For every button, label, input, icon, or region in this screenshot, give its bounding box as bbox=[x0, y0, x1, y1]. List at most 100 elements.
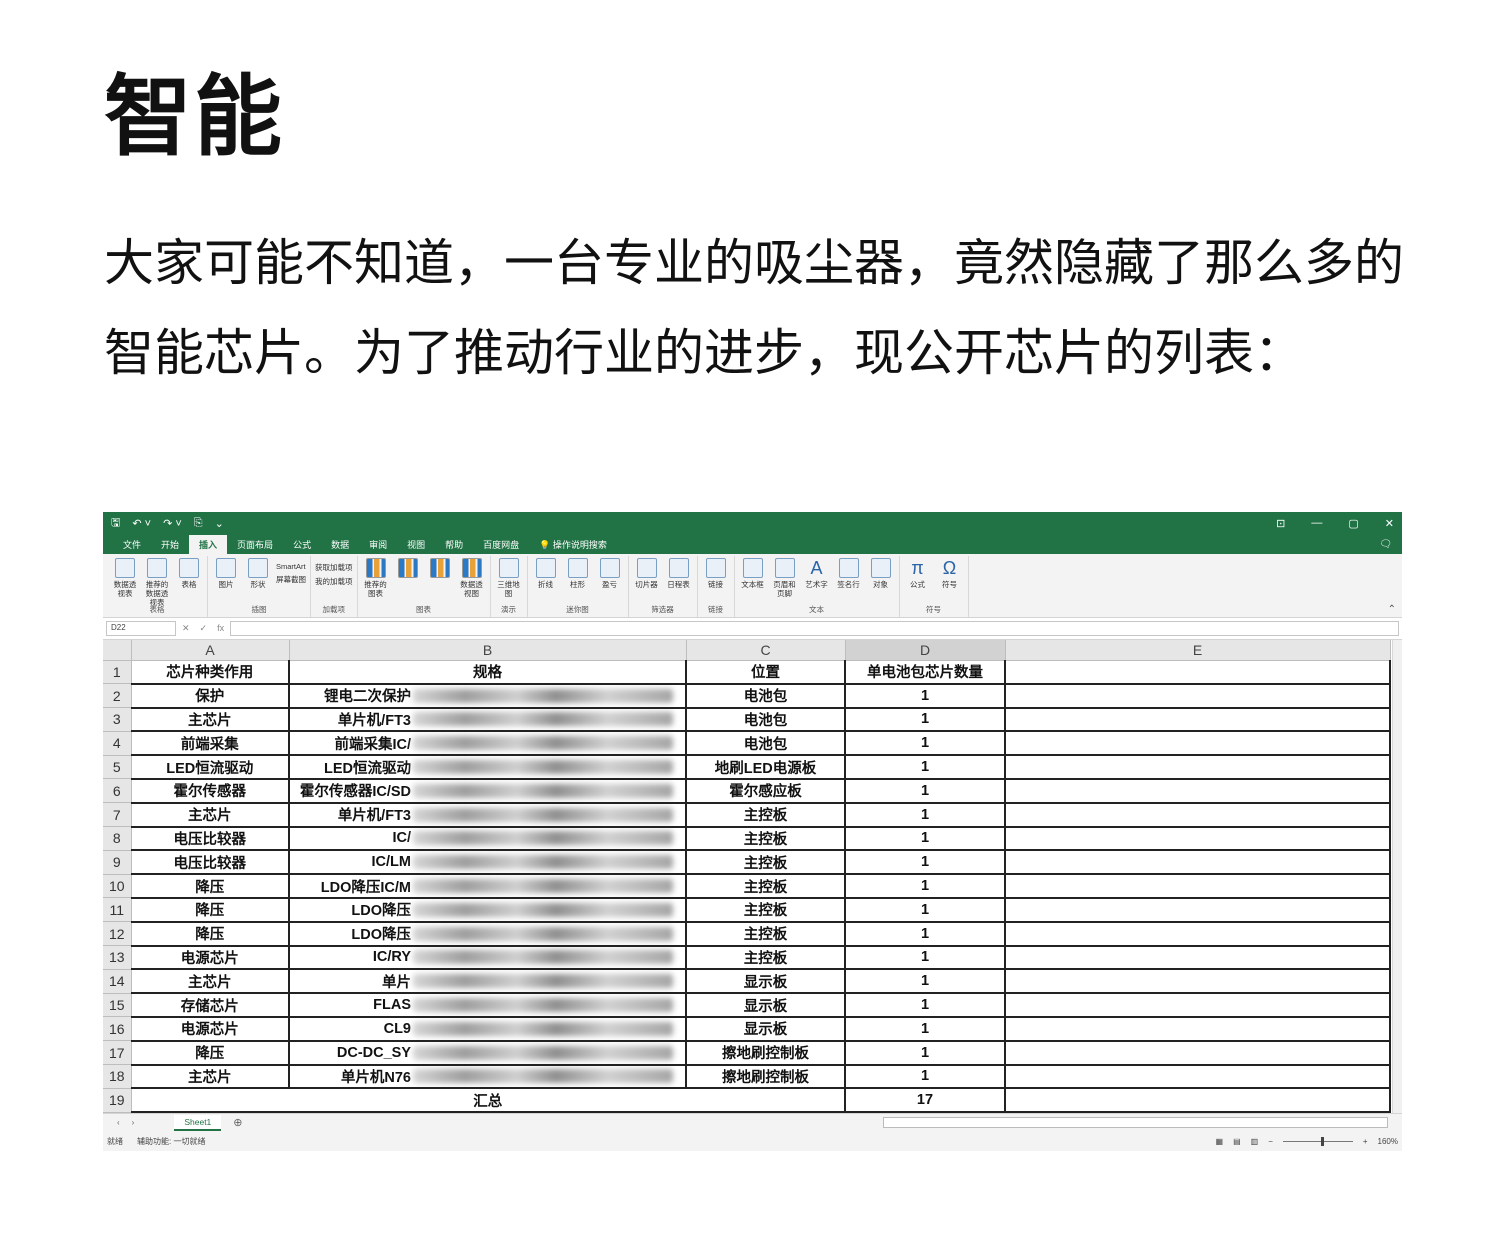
empty-cell[interactable] bbox=[1005, 1040, 1391, 1066]
column-header-e[interactable]: E bbox=[1005, 640, 1391, 661]
cell-location[interactable]: 擦地刷控制板 bbox=[686, 1064, 846, 1090]
horizontal-scrollbar[interactable] bbox=[883, 1117, 1388, 1128]
row-header[interactable]: 1 bbox=[103, 660, 132, 685]
textbox-button[interactable]: 文本框 bbox=[739, 558, 767, 589]
cell-count[interactable]: 1 bbox=[845, 874, 1006, 899]
cell-type[interactable]: 降压 bbox=[131, 897, 290, 923]
object-button[interactable]: 对象 bbox=[867, 558, 895, 589]
my-addins-button[interactable]: 我的加载项 bbox=[315, 576, 353, 587]
tab-help[interactable]: 帮助 bbox=[435, 535, 473, 554]
smartart-button[interactable]: SmartArt bbox=[276, 562, 306, 571]
cell-type[interactable]: 主芯片 bbox=[131, 802, 290, 828]
cell-type[interactable]: 电压比较器 bbox=[131, 826, 290, 852]
formula-input[interactable] bbox=[230, 621, 1399, 636]
row-header[interactable]: 13 bbox=[103, 945, 132, 970]
zoom-in-icon[interactable]: + bbox=[1363, 1137, 1368, 1146]
tab-page-layout[interactable]: 页面布局 bbox=[227, 535, 283, 554]
row-header[interactable]: 16 bbox=[103, 1016, 132, 1042]
empty-cell[interactable] bbox=[1005, 707, 1391, 733]
cell-location[interactable]: 主控板 bbox=[686, 921, 846, 947]
empty-cell[interactable] bbox=[1005, 660, 1391, 685]
row-header[interactable]: 11 bbox=[103, 897, 132, 923]
cell-spec[interactable]: 单片机/FT3 bbox=[289, 802, 687, 828]
normal-view-icon[interactable]: ▦ bbox=[1216, 1137, 1224, 1146]
pictures-button[interactable]: 图片 bbox=[212, 558, 240, 589]
cell-type[interactable]: 降压 bbox=[131, 874, 290, 899]
cell-type[interactable]: 主芯片 bbox=[131, 707, 290, 733]
cell-location[interactable]: 擦地刷控制板 bbox=[686, 1040, 846, 1066]
column-header-a[interactable]: A bbox=[131, 640, 290, 661]
cell-spec[interactable]: 锂电二次保护 bbox=[289, 683, 687, 709]
cell-type[interactable]: 主芯片 bbox=[131, 1064, 290, 1090]
cell-count[interactable]: 1 bbox=[845, 850, 1006, 876]
row-header[interactable]: 12 bbox=[103, 921, 132, 947]
minimize-icon[interactable]: — bbox=[1311, 517, 1322, 530]
cell-type[interactable]: 霍尔传感器 bbox=[131, 778, 290, 804]
row-header[interactable]: 19 bbox=[103, 1088, 132, 1113]
timeline-button[interactable]: 日程表 bbox=[665, 558, 693, 589]
save-icon[interactable]: 🖫 bbox=[111, 514, 120, 533]
row-header[interactable]: 8 bbox=[103, 826, 132, 851]
empty-cell[interactable] bbox=[1005, 945, 1391, 971]
tell-me-search[interactable]: 💡 操作说明搜索 bbox=[539, 538, 607, 551]
cell-location[interactable]: 电池包 bbox=[686, 683, 846, 709]
pivot-table-button[interactable]: 数据透视表 bbox=[111, 558, 139, 598]
column-header-d[interactable]: D bbox=[845, 640, 1006, 661]
cell-type[interactable]: 降压 bbox=[131, 921, 290, 947]
cell-spec[interactable]: CL9 bbox=[289, 1016, 687, 1042]
tab-data[interactable]: 数据 bbox=[321, 535, 359, 554]
row-header[interactable]: 6 bbox=[103, 778, 132, 804]
empty-cell[interactable] bbox=[1005, 755, 1391, 780]
cell-spec[interactable]: LDO降压 bbox=[289, 897, 687, 923]
cell-count[interactable]: 1 bbox=[845, 1064, 1006, 1090]
empty-cell[interactable] bbox=[1005, 778, 1391, 804]
tab-baidu-netdisk[interactable]: 百度网盘 bbox=[473, 535, 529, 554]
link-button[interactable]: 链接 bbox=[702, 558, 730, 589]
pivot-chart-button[interactable]: 数据透视图 bbox=[458, 558, 486, 598]
cell-location[interactable]: 主控板 bbox=[686, 897, 846, 923]
cell-count[interactable]: 1 bbox=[845, 993, 1006, 1018]
cell-spec[interactable]: IC/RY bbox=[289, 945, 687, 971]
cell-count[interactable]: 1 bbox=[845, 945, 1006, 971]
cell-type[interactable]: 保护 bbox=[131, 683, 290, 709]
row-header[interactable]: 10 bbox=[103, 874, 132, 899]
empty-cell[interactable] bbox=[1005, 921, 1391, 947]
cell-spec[interactable]: 前端采集IC/ bbox=[289, 731, 687, 757]
zoom-level[interactable]: 160% bbox=[1378, 1137, 1398, 1146]
tab-home[interactable]: 开始 bbox=[151, 535, 189, 554]
sheet-nav-prev-icon[interactable]: ‹ bbox=[117, 1118, 120, 1127]
slicer-button[interactable]: 切片器 bbox=[633, 558, 661, 589]
page-break-view-icon[interactable]: ▥ bbox=[1251, 1137, 1259, 1146]
cell-spec[interactable]: 单片机/FT3 bbox=[289, 707, 687, 733]
row-header[interactable]: 4 bbox=[103, 731, 132, 756]
row-header[interactable]: 5 bbox=[103, 755, 132, 780]
sparkline-line-button[interactable]: 折线 bbox=[532, 558, 560, 589]
cell-count[interactable]: 1 bbox=[845, 802, 1006, 828]
empty-cell[interactable] bbox=[1005, 1088, 1391, 1113]
row-header[interactable]: 15 bbox=[103, 993, 132, 1018]
page-layout-view-icon[interactable]: ▤ bbox=[1233, 1137, 1241, 1146]
header-cell-location[interactable]: 位置 bbox=[686, 660, 846, 685]
enter-icon[interactable]: ✓ bbox=[200, 623, 208, 634]
cell-location[interactable]: 主控板 bbox=[686, 802, 846, 828]
cell-spec[interactable]: LED恒流驱动 bbox=[289, 755, 687, 780]
column-header-b[interactable]: B bbox=[289, 640, 687, 661]
cell-type[interactable]: 存储芯片 bbox=[131, 993, 290, 1018]
row-header[interactable]: 17 bbox=[103, 1040, 132, 1066]
column-header-c[interactable]: C bbox=[686, 640, 846, 661]
empty-cell[interactable] bbox=[1005, 1016, 1391, 1042]
comments-icon[interactable]: 🗨 bbox=[1379, 539, 1392, 550]
sparkline-column-button[interactable]: 柱形 bbox=[564, 558, 592, 589]
line-chart-button[interactable] bbox=[426, 558, 454, 580]
column-chart-button[interactable] bbox=[394, 558, 422, 580]
cell-location[interactable]: 地刷LED电源板 bbox=[686, 755, 846, 780]
cell-count[interactable]: 1 bbox=[845, 683, 1006, 709]
header-cell-type[interactable]: 芯片种类作用 bbox=[131, 660, 290, 685]
cell-type[interactable]: 电压比较器 bbox=[131, 850, 290, 876]
equation-button[interactable]: π 公式 bbox=[904, 558, 932, 589]
tab-view[interactable]: 视图 bbox=[397, 535, 435, 554]
name-box[interactable]: D22 bbox=[106, 621, 176, 636]
accessibility-status[interactable]: 辅助功能: 一切就绪 bbox=[137, 1136, 205, 1147]
tab-file[interactable]: 文件 bbox=[113, 535, 151, 554]
empty-cell[interactable] bbox=[1005, 1064, 1391, 1090]
